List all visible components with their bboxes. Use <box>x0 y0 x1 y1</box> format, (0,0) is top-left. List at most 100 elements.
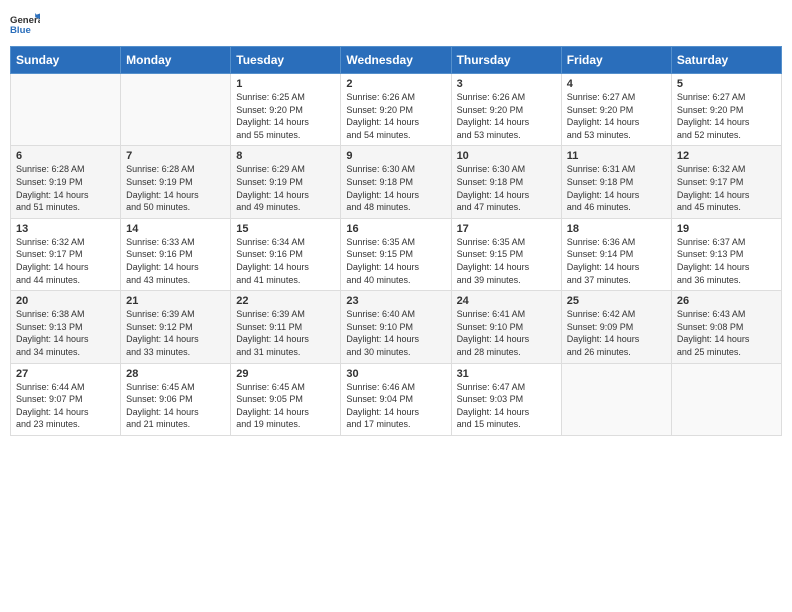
day-number: 15 <box>236 223 335 235</box>
weekday-header-tuesday: Tuesday <box>231 47 341 74</box>
day-number: 16 <box>346 223 445 235</box>
day-info: Sunrise: 6:45 AM Sunset: 9:05 PM Dayligh… <box>236 381 335 431</box>
calendar-cell: 28Sunrise: 6:45 AM Sunset: 9:06 PM Dayli… <box>121 363 231 435</box>
calendar-cell: 26Sunrise: 6:43 AM Sunset: 9:08 PM Dayli… <box>671 291 781 363</box>
calendar-cell: 24Sunrise: 6:41 AM Sunset: 9:10 PM Dayli… <box>451 291 561 363</box>
weekday-header-friday: Friday <box>561 47 671 74</box>
calendar-cell: 4Sunrise: 6:27 AM Sunset: 9:20 PM Daylig… <box>561 74 671 146</box>
day-info: Sunrise: 6:46 AM Sunset: 9:04 PM Dayligh… <box>346 381 445 431</box>
day-number: 30 <box>346 368 445 380</box>
weekday-header-thursday: Thursday <box>451 47 561 74</box>
calendar-cell: 12Sunrise: 6:32 AM Sunset: 9:17 PM Dayli… <box>671 146 781 218</box>
day-info: Sunrise: 6:32 AM Sunset: 9:17 PM Dayligh… <box>677 163 776 213</box>
day-info: Sunrise: 6:37 AM Sunset: 9:13 PM Dayligh… <box>677 236 776 286</box>
calendar-cell: 17Sunrise: 6:35 AM Sunset: 9:15 PM Dayli… <box>451 218 561 290</box>
calendar-cell: 21Sunrise: 6:39 AM Sunset: 9:12 PM Dayli… <box>121 291 231 363</box>
day-number: 12 <box>677 150 776 162</box>
day-info: Sunrise: 6:47 AM Sunset: 9:03 PM Dayligh… <box>457 381 556 431</box>
day-info: Sunrise: 6:39 AM Sunset: 9:12 PM Dayligh… <box>126 308 225 358</box>
day-info: Sunrise: 6:41 AM Sunset: 9:10 PM Dayligh… <box>457 308 556 358</box>
calendar-cell: 20Sunrise: 6:38 AM Sunset: 9:13 PM Dayli… <box>11 291 121 363</box>
day-info: Sunrise: 6:44 AM Sunset: 9:07 PM Dayligh… <box>16 381 115 431</box>
day-number: 4 <box>567 78 666 90</box>
calendar-cell <box>121 74 231 146</box>
weekday-header-row: SundayMondayTuesdayWednesdayThursdayFrid… <box>11 47 782 74</box>
calendar-cell: 29Sunrise: 6:45 AM Sunset: 9:05 PM Dayli… <box>231 363 341 435</box>
day-number: 29 <box>236 368 335 380</box>
day-info: Sunrise: 6:39 AM Sunset: 9:11 PM Dayligh… <box>236 308 335 358</box>
day-number: 5 <box>677 78 776 90</box>
calendar-cell <box>671 363 781 435</box>
day-number: 6 <box>16 150 115 162</box>
week-row-2: 6Sunrise: 6:28 AM Sunset: 9:19 PM Daylig… <box>11 146 782 218</box>
day-info: Sunrise: 6:28 AM Sunset: 9:19 PM Dayligh… <box>16 163 115 213</box>
day-info: Sunrise: 6:40 AM Sunset: 9:10 PM Dayligh… <box>346 308 445 358</box>
week-row-3: 13Sunrise: 6:32 AM Sunset: 9:17 PM Dayli… <box>11 218 782 290</box>
day-number: 26 <box>677 295 776 307</box>
day-info: Sunrise: 6:42 AM Sunset: 9:09 PM Dayligh… <box>567 308 666 358</box>
day-info: Sunrise: 6:27 AM Sunset: 9:20 PM Dayligh… <box>567 91 666 141</box>
calendar-cell: 25Sunrise: 6:42 AM Sunset: 9:09 PM Dayli… <box>561 291 671 363</box>
day-number: 22 <box>236 295 335 307</box>
day-info: Sunrise: 6:38 AM Sunset: 9:13 PM Dayligh… <box>16 308 115 358</box>
day-info: Sunrise: 6:30 AM Sunset: 9:18 PM Dayligh… <box>457 163 556 213</box>
day-number: 18 <box>567 223 666 235</box>
day-number: 3 <box>457 78 556 90</box>
day-number: 1 <box>236 78 335 90</box>
calendar-cell: 14Sunrise: 6:33 AM Sunset: 9:16 PM Dayli… <box>121 218 231 290</box>
calendar-cell <box>561 363 671 435</box>
calendar-cell: 15Sunrise: 6:34 AM Sunset: 9:16 PM Dayli… <box>231 218 341 290</box>
day-info: Sunrise: 6:25 AM Sunset: 9:20 PM Dayligh… <box>236 91 335 141</box>
calendar-cell: 8Sunrise: 6:29 AM Sunset: 9:19 PM Daylig… <box>231 146 341 218</box>
calendar-cell: 1Sunrise: 6:25 AM Sunset: 9:20 PM Daylig… <box>231 74 341 146</box>
calendar-cell: 18Sunrise: 6:36 AM Sunset: 9:14 PM Dayli… <box>561 218 671 290</box>
day-info: Sunrise: 6:29 AM Sunset: 9:19 PM Dayligh… <box>236 163 335 213</box>
day-number: 10 <box>457 150 556 162</box>
calendar-cell: 27Sunrise: 6:44 AM Sunset: 9:07 PM Dayli… <box>11 363 121 435</box>
day-info: Sunrise: 6:31 AM Sunset: 9:18 PM Dayligh… <box>567 163 666 213</box>
calendar-cell: 3Sunrise: 6:26 AM Sunset: 9:20 PM Daylig… <box>451 74 561 146</box>
day-info: Sunrise: 6:35 AM Sunset: 9:15 PM Dayligh… <box>346 236 445 286</box>
day-info: Sunrise: 6:35 AM Sunset: 9:15 PM Dayligh… <box>457 236 556 286</box>
day-number: 23 <box>346 295 445 307</box>
calendar-cell: 30Sunrise: 6:46 AM Sunset: 9:04 PM Dayli… <box>341 363 451 435</box>
day-number: 27 <box>16 368 115 380</box>
day-number: 31 <box>457 368 556 380</box>
day-number: 11 <box>567 150 666 162</box>
day-number: 2 <box>346 78 445 90</box>
weekday-header-wednesday: Wednesday <box>341 47 451 74</box>
calendar-cell <box>11 74 121 146</box>
calendar-cell: 9Sunrise: 6:30 AM Sunset: 9:18 PM Daylig… <box>341 146 451 218</box>
day-number: 25 <box>567 295 666 307</box>
logo-icon: General Blue <box>10 10 40 40</box>
weekday-header-monday: Monday <box>121 47 231 74</box>
day-info: Sunrise: 6:43 AM Sunset: 9:08 PM Dayligh… <box>677 308 776 358</box>
weekday-header-sunday: Sunday <box>11 47 121 74</box>
week-row-5: 27Sunrise: 6:44 AM Sunset: 9:07 PM Dayli… <box>11 363 782 435</box>
day-number: 28 <box>126 368 225 380</box>
day-number: 19 <box>677 223 776 235</box>
page-header: General Blue <box>10 10 782 40</box>
calendar-cell: 2Sunrise: 6:26 AM Sunset: 9:20 PM Daylig… <box>341 74 451 146</box>
calendar-cell: 13Sunrise: 6:32 AM Sunset: 9:17 PM Dayli… <box>11 218 121 290</box>
calendar-cell: 19Sunrise: 6:37 AM Sunset: 9:13 PM Dayli… <box>671 218 781 290</box>
day-info: Sunrise: 6:32 AM Sunset: 9:17 PM Dayligh… <box>16 236 115 286</box>
day-number: 13 <box>16 223 115 235</box>
day-number: 24 <box>457 295 556 307</box>
day-info: Sunrise: 6:33 AM Sunset: 9:16 PM Dayligh… <box>126 236 225 286</box>
day-info: Sunrise: 6:36 AM Sunset: 9:14 PM Dayligh… <box>567 236 666 286</box>
week-row-4: 20Sunrise: 6:38 AM Sunset: 9:13 PM Dayli… <box>11 291 782 363</box>
calendar-cell: 10Sunrise: 6:30 AM Sunset: 9:18 PM Dayli… <box>451 146 561 218</box>
day-info: Sunrise: 6:26 AM Sunset: 9:20 PM Dayligh… <box>457 91 556 141</box>
calendar-cell: 16Sunrise: 6:35 AM Sunset: 9:15 PM Dayli… <box>341 218 451 290</box>
week-row-1: 1Sunrise: 6:25 AM Sunset: 9:20 PM Daylig… <box>11 74 782 146</box>
day-number: 9 <box>346 150 445 162</box>
calendar-cell: 11Sunrise: 6:31 AM Sunset: 9:18 PM Dayli… <box>561 146 671 218</box>
calendar-cell: 31Sunrise: 6:47 AM Sunset: 9:03 PM Dayli… <box>451 363 561 435</box>
logo: General Blue <box>10 10 42 40</box>
day-number: 17 <box>457 223 556 235</box>
calendar-cell: 6Sunrise: 6:28 AM Sunset: 9:19 PM Daylig… <box>11 146 121 218</box>
day-info: Sunrise: 6:45 AM Sunset: 9:06 PM Dayligh… <box>126 381 225 431</box>
calendar-cell: 5Sunrise: 6:27 AM Sunset: 9:20 PM Daylig… <box>671 74 781 146</box>
calendar-cell: 22Sunrise: 6:39 AM Sunset: 9:11 PM Dayli… <box>231 291 341 363</box>
